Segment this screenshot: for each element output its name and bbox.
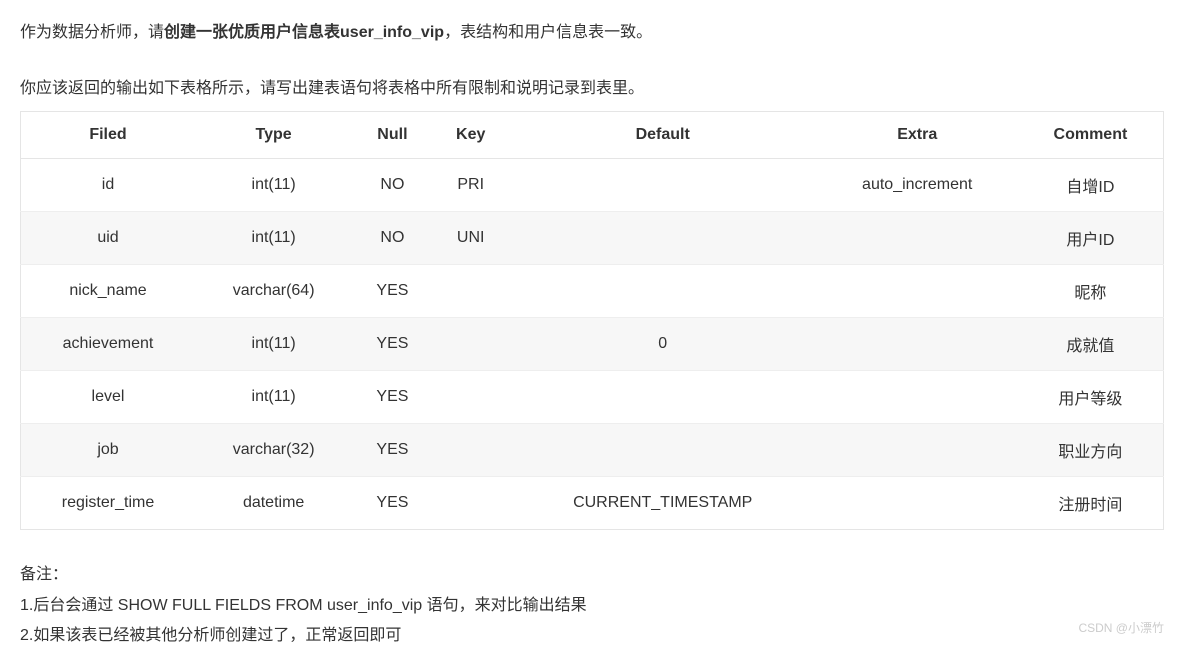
notes-line1: 1.后台会通过 SHOW FULL FIELDS FROM user_info_… [20, 591, 1164, 621]
table-cell [817, 424, 1018, 477]
table-cell: int(11) [195, 159, 352, 212]
table-header-row: Filed Type Null Key Default Extra Commen… [21, 112, 1164, 159]
table-row: uidint(11)NOUNI 用户ID [21, 212, 1164, 265]
table-cell: 自增ID [1018, 159, 1164, 212]
intro-prefix: 作为数据分析师，请 [20, 24, 164, 41]
table-cell: level [21, 371, 196, 424]
watermark: CSDN @小漂竹 [1078, 619, 1164, 636]
table-cell: datetime [195, 477, 352, 530]
table-row: nick_namevarchar(64)YES 昵称 [21, 265, 1164, 318]
table-cell: YES [352, 424, 432, 477]
table-cell [433, 477, 509, 530]
table-cell [509, 424, 817, 477]
intro-bold: 创建一张优质用户信息表user_info_vip [164, 24, 444, 41]
table-body: idint(11)NOPRIauto_increment自增IDuidint(1… [21, 159, 1164, 530]
table-row: levelint(11)YES 用户等级 [21, 371, 1164, 424]
table-cell: int(11) [195, 212, 352, 265]
table-cell: id [21, 159, 196, 212]
notes-line2: 2.如果该表已经被其他分析师创建过了，正常返回即可 [20, 621, 1164, 651]
table-cell [817, 477, 1018, 530]
table-cell: UNI [433, 212, 509, 265]
table-cell: 成就值 [1018, 318, 1164, 371]
th-comment: Comment [1018, 112, 1164, 159]
table-cell: YES [352, 265, 432, 318]
table-cell [433, 318, 509, 371]
table-cell: auto_increment [817, 159, 1018, 212]
subtitle-paragraph: 你应该返回的输出如下表格所示，请写出建表语句将表格中所有限制和说明记录到表里。 [20, 76, 1164, 102]
table-cell: 0 [509, 318, 817, 371]
th-key: Key [433, 112, 509, 159]
table-cell: int(11) [195, 318, 352, 371]
th-extra: Extra [817, 112, 1018, 159]
th-type: Type [195, 112, 352, 159]
table-row: register_timedatetimeYES CURRENT_TIMESTAM… [21, 477, 1164, 530]
table-cell: job [21, 424, 196, 477]
th-default: Default [509, 112, 817, 159]
table-row: jobvarchar(32)YES 职业方向 [21, 424, 1164, 477]
table-cell [817, 371, 1018, 424]
table-cell [509, 265, 817, 318]
table-cell: 注册时间 [1018, 477, 1164, 530]
table-cell: YES [352, 371, 432, 424]
table-cell: YES [352, 318, 432, 371]
intro-paragraph: 作为数据分析师，请创建一张优质用户信息表user_info_vip，表结构和用户… [20, 20, 1164, 46]
table-cell [509, 212, 817, 265]
table-cell [817, 212, 1018, 265]
table-cell [509, 371, 817, 424]
intro-suffix: ，表结构和用户信息表一致。 [444, 24, 652, 41]
table-cell: 职业方向 [1018, 424, 1164, 477]
table-row: achievementint(11)YES 0 成就值 [21, 318, 1164, 371]
table-cell: 用户ID [1018, 212, 1164, 265]
th-field: Filed [21, 112, 196, 159]
table-cell [817, 265, 1018, 318]
th-null: Null [352, 112, 432, 159]
table-cell [433, 371, 509, 424]
table-cell: 用户等级 [1018, 371, 1164, 424]
table-cell: register_time [21, 477, 196, 530]
table-cell [433, 265, 509, 318]
table-cell: PRI [433, 159, 509, 212]
table-cell: NO [352, 159, 432, 212]
table-cell: achievement [21, 318, 196, 371]
table-cell [433, 424, 509, 477]
notes-section: 备注： 1.后台会通过 SHOW FULL FIELDS FROM user_i… [20, 560, 1164, 651]
table-cell: CURRENT_TIMESTAMP [509, 477, 817, 530]
table-cell [817, 318, 1018, 371]
schema-table: Filed Type Null Key Default Extra Commen… [20, 111, 1164, 530]
table-cell: NO [352, 212, 432, 265]
table-cell: YES [352, 477, 432, 530]
table-cell: varchar(32) [195, 424, 352, 477]
notes-title: 备注： [20, 560, 1164, 590]
table-cell: 昵称 [1018, 265, 1164, 318]
table-cell: nick_name [21, 265, 196, 318]
table-cell: uid [21, 212, 196, 265]
table-cell [509, 159, 817, 212]
table-cell: int(11) [195, 371, 352, 424]
table-row: idint(11)NOPRI auto_increment自增ID [21, 159, 1164, 212]
table-cell: varchar(64) [195, 265, 352, 318]
